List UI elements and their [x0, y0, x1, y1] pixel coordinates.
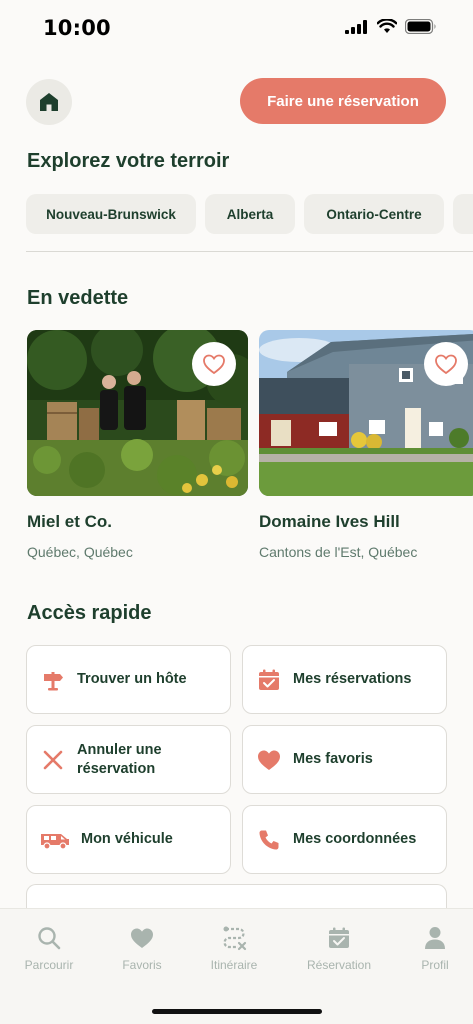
section-divider [26, 251, 473, 252]
signpost-icon [40, 667, 66, 693]
status-bar: 10:00 [0, 0, 473, 58]
tab-favorites[interactable]: Favoris [97, 925, 187, 972]
heart-outline-icon [435, 354, 457, 375]
quick-access-title: Accès rapide [27, 602, 152, 624]
featured-image [259, 330, 473, 496]
status-icons [345, 19, 437, 34]
make-reservation-button[interactable]: Faire une réservation [240, 78, 446, 124]
explore-title: Explorez votre terroir [27, 150, 230, 172]
featured-card[interactable]: Domaine Ives Hill Cantons de l'Est, Québ… [259, 330, 473, 560]
featured-card[interactable]: Miel et Co. Québec, Québec [27, 330, 248, 560]
region-chip[interactable]: Nouveau-Brunswick [26, 194, 196, 234]
tab-bar: Parcourir Favoris Itinéraire Réservation… [0, 908, 473, 1024]
route-icon [221, 925, 247, 951]
tab-label: Réservation [306, 958, 372, 972]
my-favorites-button[interactable]: Mes favoris [242, 725, 447, 794]
quick-label: Annuler une réservation [77, 741, 162, 777]
heart-icon [256, 747, 282, 773]
close-icon [40, 747, 66, 773]
cancel-reservation-button[interactable]: Annuler une réservation [26, 725, 231, 794]
tab-itinerary[interactable]: Itinéraire [189, 925, 279, 972]
tab-label: Itinéraire [210, 958, 258, 972]
region-chips: Nouveau-Brunswick Alberta Ontario-Centre… [26, 194, 473, 234]
tab-reservation[interactable]: Réservation [294, 925, 384, 972]
favorite-button[interactable] [424, 342, 468, 386]
wifi-icon [377, 19, 397, 33]
battery-icon [405, 19, 436, 34]
quick-label: Mes favoris [293, 751, 373, 767]
home-icon [40, 93, 58, 111]
home-indicator [152, 1009, 322, 1014]
quick-label: Mes coordonnées [293, 831, 417, 847]
heart-outline-icon [203, 354, 225, 375]
rv-icon [40, 827, 70, 853]
status-time: 10:00 [43, 16, 111, 40]
quick-label: Trouver un hôte [77, 671, 187, 687]
user-icon [422, 925, 448, 951]
tab-label: Parcourir [24, 958, 74, 972]
search-icon [36, 925, 62, 951]
calendar-check-icon [326, 925, 352, 951]
calendar-check-icon [256, 667, 282, 693]
quick-label: Mon véhicule [81, 831, 173, 847]
featured-title: En vedette [27, 287, 129, 309]
featured-image [27, 330, 248, 496]
card-title: Miel et Co. [27, 512, 113, 531]
region-chip[interactable]: Ontario-Centre [304, 194, 444, 234]
tab-label: Profil [421, 958, 449, 972]
tab-profile[interactable]: Profil [390, 925, 473, 972]
tab-label: Favoris [122, 958, 162, 972]
my-contact-details-button[interactable]: Mes coordonnées [242, 805, 447, 874]
find-host-button[interactable]: Trouver un hôte [26, 645, 231, 714]
card-location: Québec, Québec [27, 544, 133, 560]
heart-icon [129, 925, 155, 951]
home-button[interactable] [26, 79, 72, 125]
cellular-signal-icon [345, 19, 367, 34]
my-vehicle-button[interactable]: Mon véhicule [26, 805, 231, 874]
tab-browse[interactable]: Parcourir [4, 925, 94, 972]
card-title: Domaine Ives Hill [259, 512, 400, 531]
card-location: Cantons de l'Est, Québec [259, 544, 418, 560]
my-reservations-button[interactable]: Mes réservations [242, 645, 447, 714]
quick-label: Mes réservations [293, 671, 412, 687]
region-chip[interactable]: Alberta [205, 194, 295, 234]
region-chip[interactable]: T [453, 194, 473, 234]
favorite-button[interactable] [192, 342, 236, 386]
phone-icon [256, 827, 282, 853]
